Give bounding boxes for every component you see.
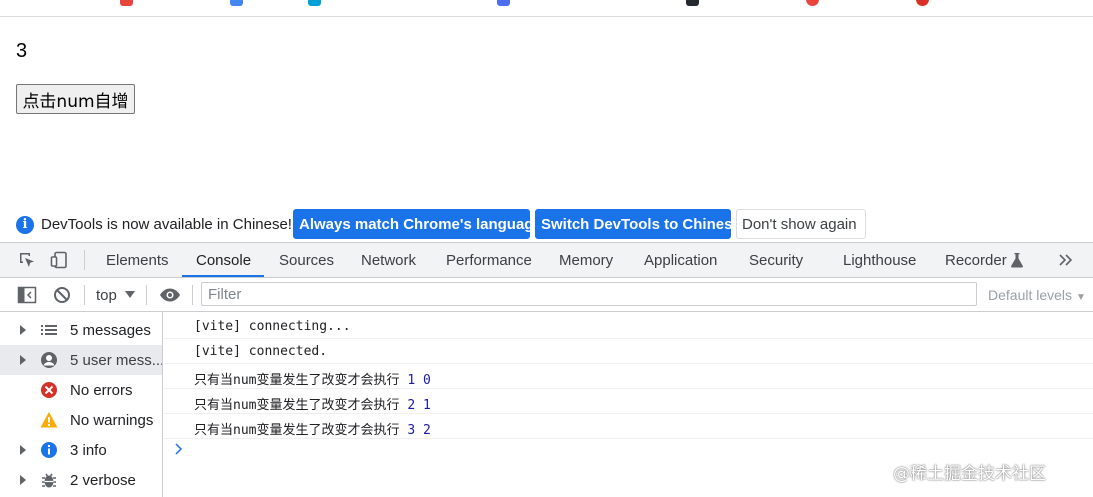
tab-security[interactable]: Security bbox=[749, 252, 803, 269]
list-icon bbox=[41, 325, 57, 335]
info-circle-icon bbox=[41, 442, 57, 458]
console-message-text: [vite] connecting... bbox=[194, 319, 351, 334]
console-message-line: 只有当num变量发生了改变才会执行 3 2 bbox=[194, 419, 431, 438]
sidebar-toggle-icon[interactable] bbox=[17, 286, 37, 304]
watermark: @稀土掘金技术社区 bbox=[893, 464, 1046, 484]
sidebar-item-label: 3 info bbox=[70, 442, 107, 459]
context-selector[interactable]: top bbox=[96, 287, 117, 304]
console-message[interactable]: [vite] connecting... bbox=[164, 314, 1093, 339]
more-tabs-icon[interactable] bbox=[1058, 253, 1074, 267]
sidebar-item-messages[interactable]: 5 messages bbox=[0, 315, 162, 345]
console-message-line: 只有当num变量发生了改变才会执行 1 0 bbox=[194, 369, 431, 388]
divider bbox=[84, 250, 85, 270]
sidebar-item-label: 2 verbose bbox=[70, 472, 136, 489]
bookmark-item[interactable] bbox=[686, 0, 703, 7]
tab-elements[interactable]: Elements bbox=[106, 252, 169, 269]
tab-memory[interactable]: Memory bbox=[559, 252, 613, 269]
divider bbox=[146, 285, 147, 305]
tab-console[interactable]: Console bbox=[196, 252, 251, 269]
console-message-line: 只有当num变量发生了改变才会执行 2 1 bbox=[194, 394, 431, 413]
console-value: 1 bbox=[407, 373, 416, 388]
bookmark-item[interactable] bbox=[916, 0, 933, 7]
bookmark-item[interactable] bbox=[497, 0, 514, 7]
sidebar-item-user-messages[interactable]: 5 user mess... bbox=[0, 345, 162, 375]
console-value: 3 bbox=[407, 423, 416, 438]
clear-console-icon[interactable] bbox=[53, 286, 71, 304]
sidebar-item-warnings[interactable]: No warnings bbox=[0, 405, 162, 435]
console-value: 1 bbox=[422, 398, 431, 413]
console-filter-input[interactable]: Filter bbox=[201, 282, 977, 306]
tab-sources[interactable]: Sources bbox=[279, 252, 334, 269]
sidebar-item-verbose[interactable]: 2 verbose bbox=[0, 465, 162, 495]
expand-arrow-icon[interactable] bbox=[20, 355, 26, 365]
expand-arrow-icon[interactable] bbox=[20, 325, 26, 335]
chevron-down-icon: ▼ bbox=[1075, 292, 1086, 303]
user-icon bbox=[41, 352, 57, 368]
expand-arrow-icon[interactable] bbox=[20, 445, 26, 455]
tab-application[interactable]: Application bbox=[644, 252, 717, 269]
console-value: 0 bbox=[422, 373, 431, 388]
counter-value: 3 bbox=[16, 40, 28, 62]
log-levels-dropdown[interactable]: Default levels ▼ bbox=[988, 287, 1086, 303]
active-tab-indicator bbox=[182, 275, 264, 277]
switch-to-chinese-button[interactable]: Switch DevTools to Chinese bbox=[535, 209, 741, 239]
bug-icon bbox=[42, 473, 56, 488]
expand-arrow-icon[interactable] bbox=[20, 475, 26, 485]
eye-icon[interactable] bbox=[159, 287, 181, 303]
tab-recorder[interactable]: Recorder bbox=[945, 252, 1007, 269]
sidebar-item-label: No errors bbox=[70, 382, 133, 399]
sidebar-item-label: 5 user mess... bbox=[70, 352, 162, 369]
console-message-text: 只有当num变量发生了改变才会执行 bbox=[194, 398, 400, 413]
error-icon bbox=[41, 382, 57, 398]
chevron-down-icon[interactable] bbox=[125, 291, 135, 299]
flask-icon bbox=[1011, 253, 1023, 268]
console-message[interactable]: 只有当num变量发生了改变才会执行 1 0 bbox=[164, 364, 1093, 389]
sidebar-item-label: No warnings bbox=[70, 412, 154, 429]
sidebar-item-label: 5 messages bbox=[70, 322, 151, 339]
bookmark-item[interactable] bbox=[308, 0, 325, 7]
always-match-language-button[interactable]: Always match Chrome's language bbox=[293, 209, 542, 239]
info-icon: i bbox=[16, 216, 34, 234]
divider bbox=[192, 285, 193, 305]
tab-network[interactable]: Network bbox=[361, 252, 416, 269]
infobar-message: DevTools is now available in Chinese! bbox=[41, 216, 292, 233]
increment-button[interactable]: 点击num自增 bbox=[16, 84, 135, 114]
console-message-text: 只有当num变量发生了改变才会执行 bbox=[194, 423, 400, 438]
tab-performance[interactable]: Performance bbox=[446, 252, 532, 269]
bookmark-item[interactable] bbox=[230, 0, 247, 7]
divider bbox=[84, 285, 85, 305]
console-value: 2 bbox=[422, 423, 431, 438]
console-message[interactable]: 只有当num变量发生了改变才会执行 2 1 bbox=[164, 389, 1093, 414]
console-message-text: 只有当num变量发生了改变才会执行 bbox=[194, 373, 400, 388]
sidebar-item-errors[interactable]: No errors bbox=[0, 375, 162, 405]
console-message[interactable]: 只有当num变量发生了改变才会执行 3 2 bbox=[164, 414, 1093, 439]
dont-show-again-button[interactable]: Don't show again bbox=[736, 209, 866, 239]
console-sidebar: 5 messages 5 user mess... No errors No w… bbox=[0, 312, 163, 497]
console-value: 2 bbox=[407, 398, 416, 413]
console-message-text: [vite] connected. bbox=[194, 344, 328, 359]
sidebar-item-info[interactable]: 3 info bbox=[0, 435, 162, 465]
console-message[interactable]: [vite] connected. bbox=[164, 339, 1093, 364]
device-toolbar-icon[interactable] bbox=[50, 251, 68, 269]
bookmarks-bar bbox=[0, 0, 1093, 17]
bookmark-item[interactable] bbox=[120, 0, 137, 7]
console-prompt-icon[interactable] bbox=[174, 443, 184, 455]
bookmark-item[interactable] bbox=[806, 0, 823, 7]
warning-icon bbox=[40, 412, 58, 428]
log-levels-label: Default levels bbox=[988, 287, 1073, 303]
inspect-element-icon[interactable] bbox=[18, 251, 36, 269]
tab-lighthouse[interactable]: Lighthouse bbox=[843, 252, 916, 269]
